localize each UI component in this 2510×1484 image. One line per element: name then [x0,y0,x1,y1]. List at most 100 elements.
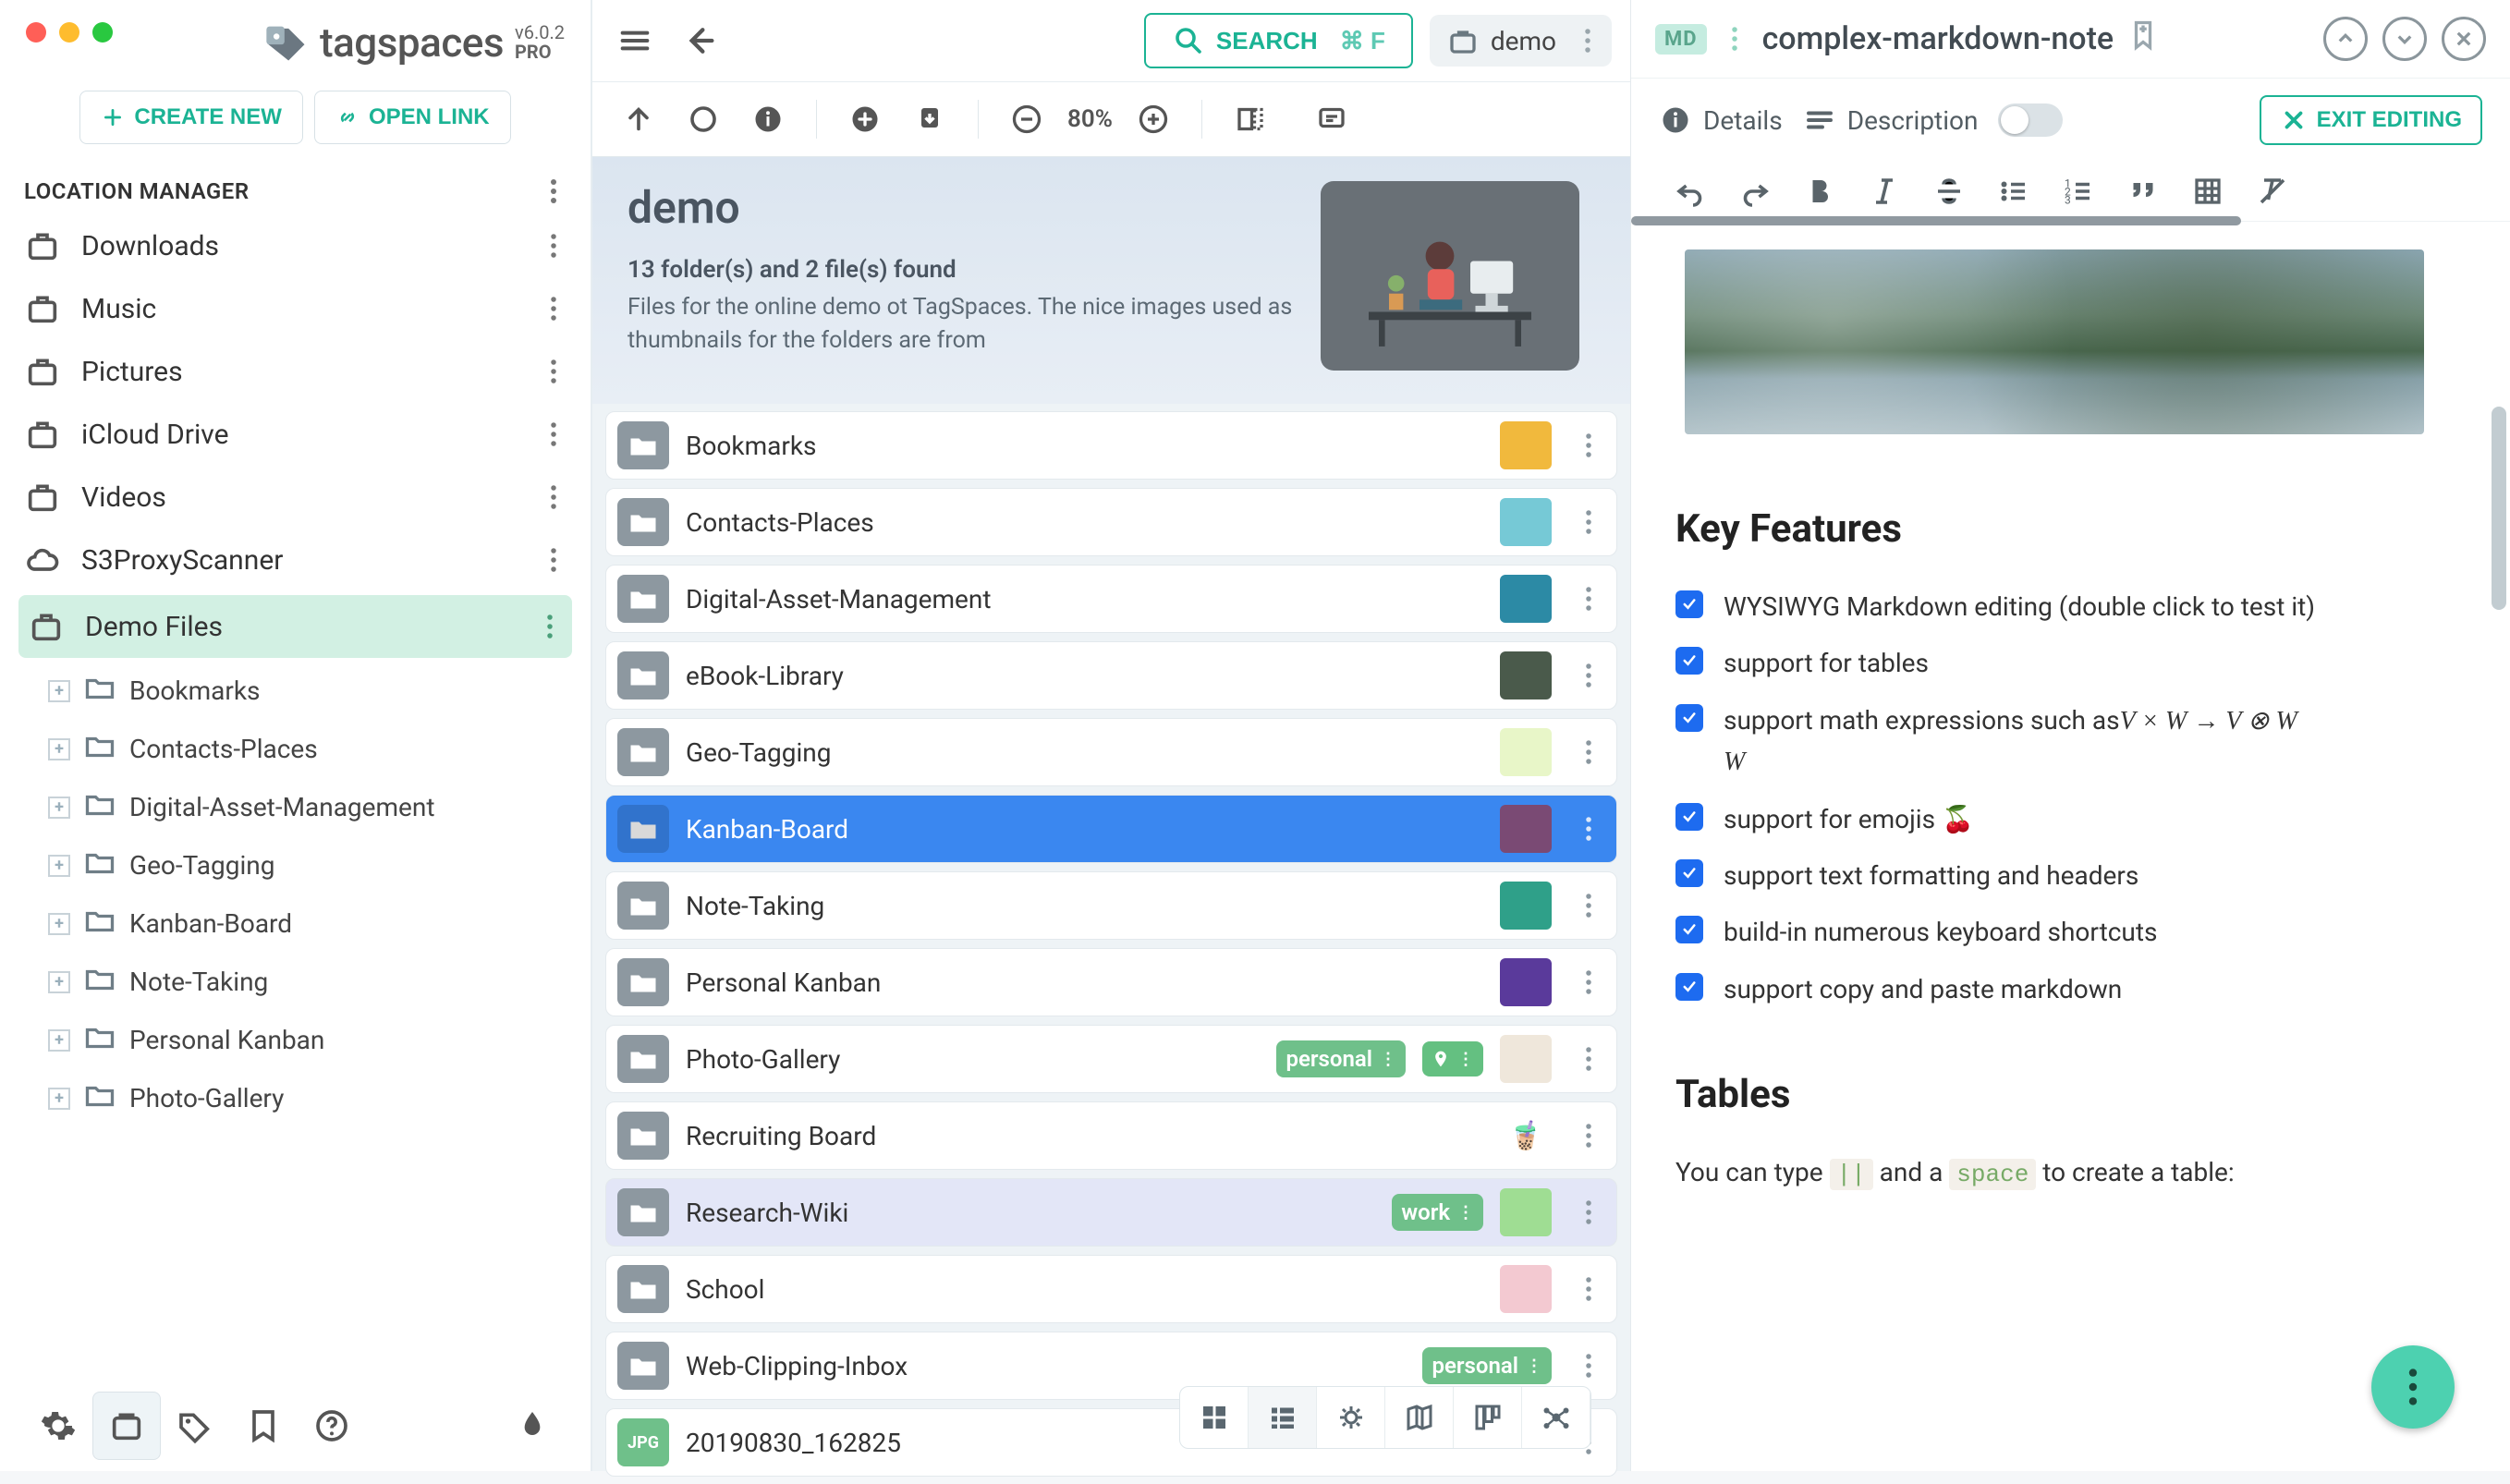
location-item-menu[interactable] [541,232,567,260]
clear-format-icon[interactable] [2256,175,2289,208]
tree-item[interactable]: + Kanban-Board [41,894,591,953]
bookmark-icon[interactable] [2126,18,2160,60]
row-menu[interactable] [1576,1045,1602,1073]
text-tag[interactable]: personal⋮ [1422,1347,1552,1384]
zoom-out-icon[interactable] [1003,95,1051,143]
expand-icon[interactable]: + [48,797,70,819]
location-item[interactable]: Pictures [0,340,591,403]
location-item[interactable]: Demo Files [18,595,572,658]
locations-view-icon[interactable] [92,1392,161,1460]
folder-row[interactable]: Bookmarks [605,411,1617,480]
expand-icon[interactable]: + [48,1029,70,1052]
row-menu[interactable] [1576,968,1602,996]
window-zoom-dot[interactable] [92,22,113,43]
location-manager-menu[interactable] [541,177,567,205]
row-menu[interactable] [1576,662,1602,689]
settings-icon[interactable] [24,1392,92,1460]
expand-icon[interactable]: + [48,913,70,935]
feature-item[interactable]: support for emojis 🍒 [1675,799,2466,839]
close-editor-icon[interactable] [2442,17,2486,61]
kanban-view-icon[interactable] [1454,1387,1522,1448]
expand-icon[interactable]: + [48,680,70,702]
location-item[interactable]: Music [0,277,591,340]
tree-item[interactable]: + Note-Taking [41,953,591,1011]
folder-row[interactable]: Geo-Tagging [605,718,1617,786]
grid-view-icon[interactable] [1180,1387,1249,1448]
row-menu[interactable] [1576,585,1602,613]
checkbox-checked-icon[interactable] [1675,590,1703,618]
geo-tag[interactable]: ⋮ [1422,1041,1483,1077]
location-chip-menu[interactable] [1575,27,1601,55]
folder-row[interactable]: School [605,1255,1617,1323]
feature-item[interactable]: support math expressions such asV × W → … [1675,700,2466,783]
bookmarks-view-icon[interactable] [229,1392,298,1460]
folder-row[interactable]: Digital-Asset-Management [605,565,1617,633]
location-item[interactable]: iCloud Drive [0,403,591,466]
folder-row[interactable]: Photo-Gallery personal⋮⋮ [605,1025,1617,1093]
open-link-button[interactable]: OPEN LINK [314,91,511,144]
expand-icon[interactable]: + [48,971,70,993]
back-icon[interactable] [676,17,724,65]
map-view-icon[interactable] [1385,1387,1454,1448]
prev-file-icon[interactable] [2323,17,2368,61]
drawer-menu-icon[interactable] [611,17,659,65]
folder-row[interactable]: Note-Taking [605,871,1617,940]
theme-icon[interactable] [498,1392,567,1460]
row-menu[interactable] [1576,1122,1602,1149]
undo-icon[interactable] [1674,175,1707,208]
feature-item[interactable]: support text formatting and headers [1675,856,2466,895]
checkbox-checked-icon[interactable] [1675,803,1703,831]
strikethrough-icon[interactable] [1932,175,1966,208]
window-close-dot[interactable] [26,22,46,43]
graph-view-icon[interactable] [1522,1387,1590,1448]
location-item[interactable]: Downloads [0,214,591,277]
list-view-icon[interactable] [1249,1387,1317,1448]
tree-item[interactable]: + Contacts-Places [41,720,591,778]
chat-icon[interactable] [1308,95,1356,143]
row-menu[interactable] [1576,1275,1602,1303]
location-chip[interactable]: demo [1430,15,1612,67]
location-item[interactable]: Videos [0,466,591,529]
add-tag-icon[interactable] [841,95,889,143]
redo-icon[interactable] [1738,175,1772,208]
exit-editing-button[interactable]: EXIT EDITING [2260,95,2482,145]
location-item-menu[interactable] [541,420,567,448]
help-icon[interactable] [298,1392,366,1460]
location-item-menu[interactable] [541,358,567,385]
details-tab[interactable]: Details [1659,103,1783,137]
tree-item[interactable]: + Bookmarks [41,662,591,720]
toggle-details-panel-icon[interactable] [1226,95,1274,143]
quote-icon[interactable] [2126,175,2160,208]
copy-move-icon[interactable] [906,95,954,143]
folder-info-icon[interactable] [744,95,792,143]
location-item-menu[interactable] [537,613,563,640]
next-file-icon[interactable] [2382,17,2427,61]
select-all-icon[interactable] [679,95,727,143]
folder-row[interactable]: Research-Wiki work⋮ [605,1178,1617,1247]
preview-toggle[interactable] [1998,103,2063,137]
tree-item[interactable]: + Geo-Tagging [41,836,591,894]
folder-row[interactable]: Kanban-Board [605,795,1617,863]
search-button[interactable]: SEARCH ⌘ F [1144,13,1413,68]
checkbox-checked-icon[interactable] [1675,859,1703,887]
location-item-menu[interactable] [541,295,567,322]
expand-icon[interactable]: + [48,1088,70,1110]
italic-icon[interactable] [1868,175,1901,208]
editor-fab[interactable] [2371,1345,2455,1429]
row-menu[interactable] [1576,508,1602,536]
location-item-menu[interactable] [541,483,567,511]
checkbox-checked-icon[interactable] [1675,916,1703,943]
filetype-menu[interactable] [1722,25,1748,53]
folder-row[interactable]: eBook-Library [605,641,1617,710]
go-up-icon[interactable] [615,95,663,143]
tree-item[interactable]: + Personal Kanban [41,1011,591,1069]
editor-scrollbar[interactable] [2492,407,2506,610]
bullet-list-icon[interactable] [1997,175,2030,208]
description-tab[interactable]: Description [1803,103,1979,137]
tree-item[interactable]: + Digital-Asset-Management [41,778,591,836]
table-icon[interactable] [2191,175,2224,208]
editor-content[interactable]: Key Features WYSIWYG Markdown editing (d… [1631,222,2510,1471]
ordered-list-icon[interactable]: 123 [2062,175,2095,208]
tags-view-icon[interactable] [161,1392,229,1460]
row-menu[interactable] [1576,892,1602,919]
